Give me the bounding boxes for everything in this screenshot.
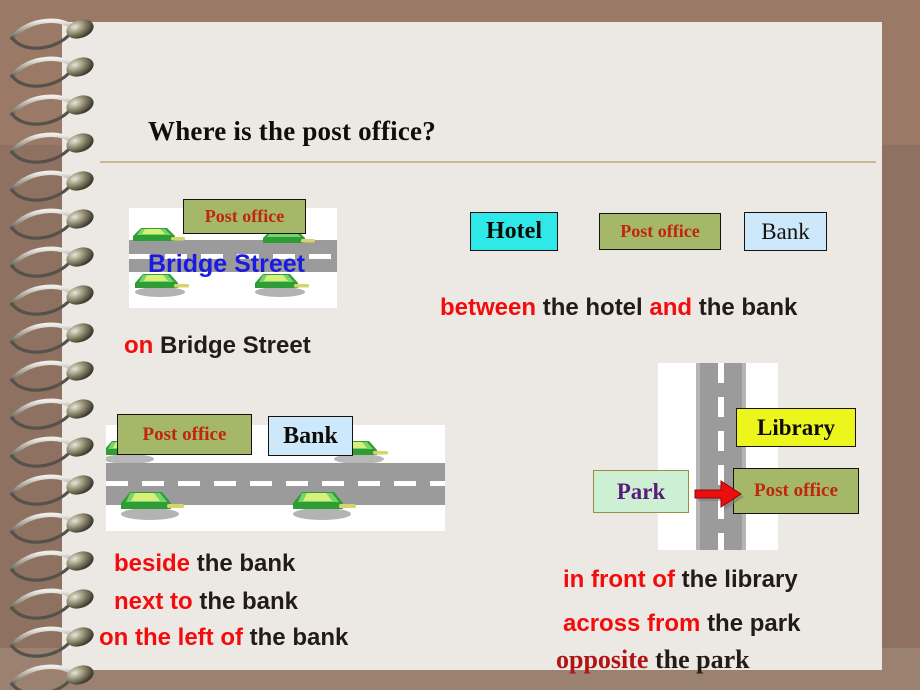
caption-mid: the hotel [542,294,643,321]
caption-on-bridge-street: on Bridge Street [124,332,311,360]
caption-next-to-the-bank: next to the bank [114,588,298,616]
label-post-office-between: Post office [599,213,721,250]
page-title: Where is the post office? [148,116,436,146]
label-park: Park [593,470,689,513]
road-edge-left [696,363,700,550]
label-post-office-beside: Post office [117,414,252,455]
label-text: Bank [761,218,810,244]
label-text: Post office [754,480,838,501]
caption-rest: the bank [249,624,349,651]
car-icon [293,492,356,520]
slide-canvas: Where is the post office? Post office Br… [0,0,920,690]
label-text: Hotel [486,218,542,244]
caption-rest: the bank [698,294,798,321]
caption-rest: the park [707,610,801,637]
caption-highlight: on the left of [99,624,243,651]
right-arrow-icon [694,480,744,510]
caption-rest: the park [654,645,750,674]
caption-beside-the-bank: beside the bank [114,550,295,578]
label-bank-beside: Bank [268,416,353,456]
label-post-office-bridge: Post office [183,199,306,234]
label-hotel: Hotel [470,212,558,251]
caption-on-the-left-of-the-bank: on the left of the bank [99,624,348,652]
caption-highlight: on [124,332,154,359]
label-text: Post office [204,206,285,226]
label-text: Bank [283,422,338,449]
caption-rest: the bank [199,588,299,615]
car-icon [133,228,185,249]
label-bank-between: Bank [744,212,827,251]
caption-in-front-of-the-library: in front of the library [563,566,798,594]
road-edge-right [742,363,746,550]
caption-between-hotel-and-bank: between the hotel and the bank [440,294,797,322]
caption-opposite-the-park: opposite the park [556,645,750,675]
car-icon [121,492,184,520]
label-text: Post office [620,221,700,241]
caption-rest: the bank [196,550,296,577]
road-vertical [700,363,742,550]
caption-highlight-1: between [440,294,537,321]
caption-highlight: across from [563,610,701,637]
caption-highlight-2: and [649,294,693,321]
title-divider [100,161,876,163]
caption-highlight: beside [114,550,191,577]
label-text: Library [757,414,835,440]
caption-rest: the library [681,566,798,593]
caption-highlight: opposite [556,645,649,674]
label-post-office-across: Post office [733,468,859,514]
across-park-illustration [658,363,778,550]
label-bridge-street: Bridge Street [148,250,305,278]
road-dashes [718,363,724,550]
label-library: Library [736,408,856,447]
label-text: Post office [142,423,227,445]
caption-highlight: next to [114,588,193,615]
label-text: Park [616,478,666,504]
caption-rest: Bridge Street [160,332,311,359]
caption-highlight: in front of [563,566,675,593]
caption-across-from-the-park: across from the park [563,610,800,638]
